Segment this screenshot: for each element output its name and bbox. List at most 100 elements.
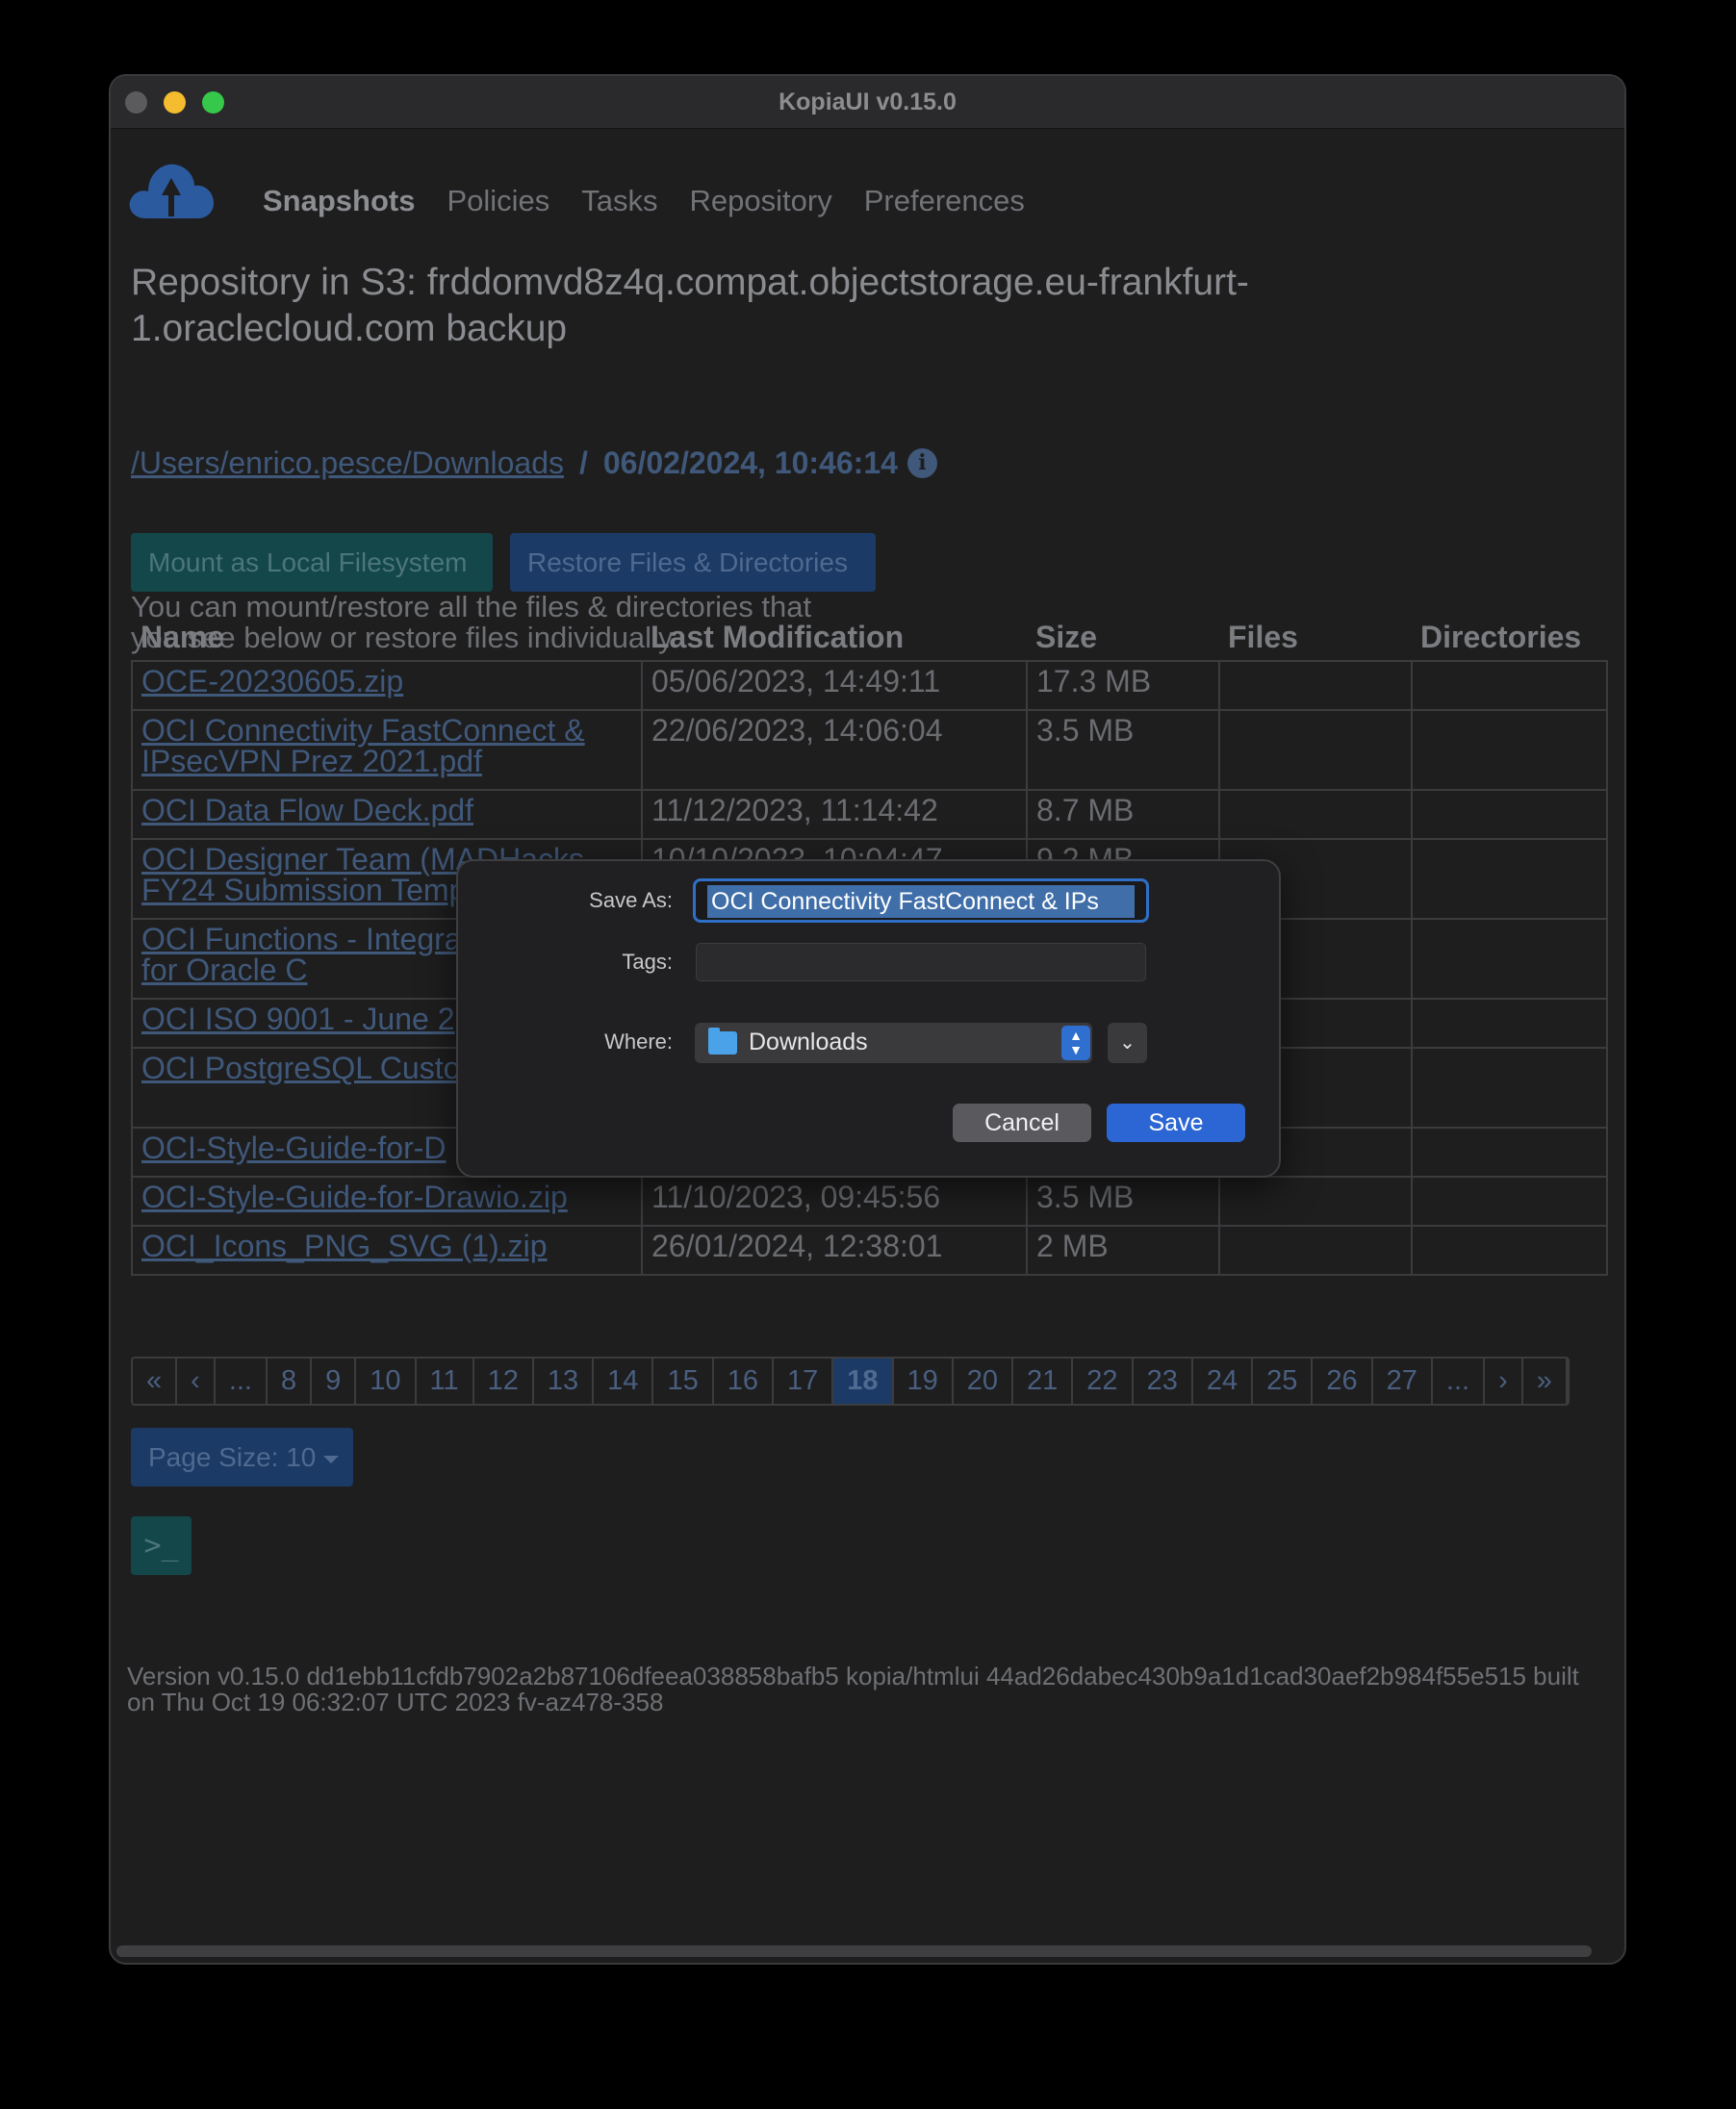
save-as-input[interactable]: OCI Connectivity FastConnect & IPs (693, 878, 1149, 923)
page-21[interactable]: 21 (1013, 1359, 1074, 1404)
tags-input[interactable] (696, 943, 1146, 981)
nav-repository[interactable]: Repository (690, 184, 832, 218)
nav-preferences[interactable]: Preferences (864, 184, 1025, 218)
dir-count (1411, 838, 1608, 920)
page-27[interactable]: 27 (1373, 1359, 1433, 1404)
folder-icon (708, 1028, 737, 1054)
page-10[interactable]: 10 (356, 1359, 417, 1404)
title-bar: KopiaUI v0.15.0 (111, 76, 1624, 129)
file-name-link[interactable]: OCE-20230605.zip (131, 660, 643, 711)
page-last[interactable]: » (1523, 1359, 1568, 1404)
main-nav: Snapshots Policies Tasks Repository Pref… (263, 184, 1025, 218)
dir-count (1411, 709, 1608, 791)
page-16[interactable]: 16 (714, 1359, 774, 1404)
file-size: 2 MB (1026, 1225, 1220, 1276)
file-count (1218, 709, 1413, 791)
select-stepper-icon: ▲ ▼ (1061, 1026, 1090, 1060)
page-19[interactable]: 19 (894, 1359, 954, 1404)
page-22[interactable]: 22 (1073, 1359, 1134, 1404)
page-24[interactable]: 24 (1193, 1359, 1254, 1404)
file-size: 3.5 MB (1026, 1176, 1220, 1227)
breadcrumb: /Users/enrico.pesce/Downloads / 06/02/20… (131, 445, 937, 481)
file-count (1218, 1225, 1413, 1276)
info-circle-icon[interactable]: i (906, 448, 937, 478)
file-name-link[interactable]: OCI_Icons_PNG_SVG (1).zip (131, 1225, 643, 1276)
table-row: OCI_Icons_PNG_SVG (1).zip 26/01/2024, 12… (131, 1225, 1608, 1276)
page-ellipsis[interactable]: ... (216, 1359, 268, 1404)
page-17[interactable]: 17 (774, 1359, 834, 1404)
nav-snapshots[interactable]: Snapshots (263, 184, 415, 218)
page-prev[interactable]: ‹ (177, 1359, 216, 1404)
file-modified: 11/10/2023, 09:45:56 (641, 1176, 1028, 1227)
nav-tasks[interactable]: Tasks (581, 184, 657, 218)
table-row: OCI-Style-Guide-for-Drawio.zip 11/10/202… (131, 1176, 1608, 1227)
breadcrumb-separator: / (578, 445, 588, 480)
page-ellipsis[interactable]: ... (1433, 1359, 1486, 1404)
column-header-name[interactable]: Name (132, 614, 642, 662)
table-row: OCI Data Flow Deck.pdf 11/12/2023, 11:14… (131, 789, 1608, 840)
page-13[interactable]: 13 (534, 1359, 595, 1404)
page-26[interactable]: 26 (1313, 1359, 1373, 1404)
file-size: 17.3 MB (1026, 660, 1220, 711)
file-name-link[interactable]: OCI-Style-Guide-for-Drawio.zip (131, 1176, 643, 1227)
dir-count (1411, 660, 1608, 711)
file-count (1218, 789, 1413, 840)
dir-count (1411, 1127, 1608, 1178)
save-as-label: Save As: (589, 888, 673, 912)
page-20[interactable]: 20 (954, 1359, 1014, 1404)
page-25[interactable]: 25 (1253, 1359, 1314, 1404)
column-header-size[interactable]: Size (1027, 614, 1219, 662)
file-name-link[interactable]: OCI Connectivity FastConnect & IPsecVPN … (131, 709, 643, 791)
page-size-dropdown[interactable]: Page Size: 10 (131, 1428, 353, 1486)
mount-filesystem-button[interactable]: Mount as Local Filesystem (131, 533, 493, 592)
horizontal-scrollbar[interactable] (116, 1945, 1592, 1957)
repository-title: Repository in S3: frddomvd8z4q.compat.ob… (131, 262, 1249, 349)
where-value: Downloads (749, 1029, 868, 1055)
table-row: OCI Connectivity FastConnect & IPsecVPN … (131, 709, 1608, 791)
page-9[interactable]: 9 (312, 1359, 357, 1404)
table-header-row: Name Last Modification Size Files Direct… (132, 614, 1607, 662)
page-18-current[interactable]: 18 (833, 1359, 894, 1404)
file-count (1218, 1176, 1413, 1227)
save-dialog: Save As: OCI Connectivity FastConnect & … (456, 859, 1281, 1178)
version-footer: Version v0.15.0 dd1ebb11cfdb7902a2b87106… (127, 1662, 1579, 1716)
dir-count (1411, 1176, 1608, 1227)
page-11[interactable]: 11 (417, 1359, 474, 1404)
dir-count (1411, 1047, 1608, 1129)
file-modified: 11/12/2023, 11:14:42 (641, 789, 1028, 840)
cancel-button[interactable]: Cancel (953, 1104, 1091, 1142)
file-modified: 26/01/2024, 12:38:01 (641, 1225, 1028, 1276)
file-count (1218, 660, 1413, 711)
window-title: KopiaUI v0.15.0 (779, 89, 957, 115)
page-first[interactable]: « (133, 1359, 178, 1404)
file-modified: 22/06/2023, 14:06:04 (641, 709, 1028, 791)
file-name-link[interactable]: OCI Data Flow Deck.pdf (131, 789, 643, 840)
file-size: 3.5 MB (1026, 709, 1220, 791)
tags-label: Tags: (622, 950, 673, 974)
terminal-icon[interactable]: >_ (131, 1516, 191, 1575)
page-next[interactable]: › (1485, 1359, 1523, 1404)
snapshot-time: 06/02/2024, 10:46:14 (602, 445, 898, 480)
pagination: « ‹ ... 8 9 10 11 12 13 14 15 16 17 18 1… (131, 1357, 1570, 1406)
page-8[interactable]: 8 (268, 1359, 313, 1404)
caret-down-icon (323, 1455, 340, 1463)
kopia-logo-icon (129, 164, 214, 218)
save-as-value: OCI Connectivity FastConnect & IPs (707, 885, 1135, 918)
dir-count (1411, 918, 1608, 1000)
dir-count (1411, 789, 1608, 840)
where-select[interactable]: Downloads ▲ ▼ (695, 1023, 1092, 1063)
restore-files-button[interactable]: Restore Files & Directories (510, 533, 876, 592)
nav-policies[interactable]: Policies (447, 184, 549, 218)
save-button[interactable]: Save (1107, 1104, 1245, 1142)
column-header-directories[interactable]: Directories (1412, 614, 1607, 662)
page-23[interactable]: 23 (1134, 1359, 1193, 1404)
expand-dialog-button[interactable]: ⌄ (1108, 1023, 1147, 1063)
breadcrumb-path-link[interactable]: /Users/enrico.pesce/Downloads (131, 445, 564, 481)
dir-count (1411, 1225, 1608, 1276)
page-15[interactable]: 15 (653, 1359, 714, 1404)
column-header-files[interactable]: Files (1219, 614, 1412, 662)
column-header-modified[interactable]: Last Modification (642, 614, 1027, 662)
page-12[interactable]: 12 (474, 1359, 534, 1404)
page-14[interactable]: 14 (594, 1359, 654, 1404)
file-modified: 05/06/2023, 14:49:11 (641, 660, 1028, 711)
